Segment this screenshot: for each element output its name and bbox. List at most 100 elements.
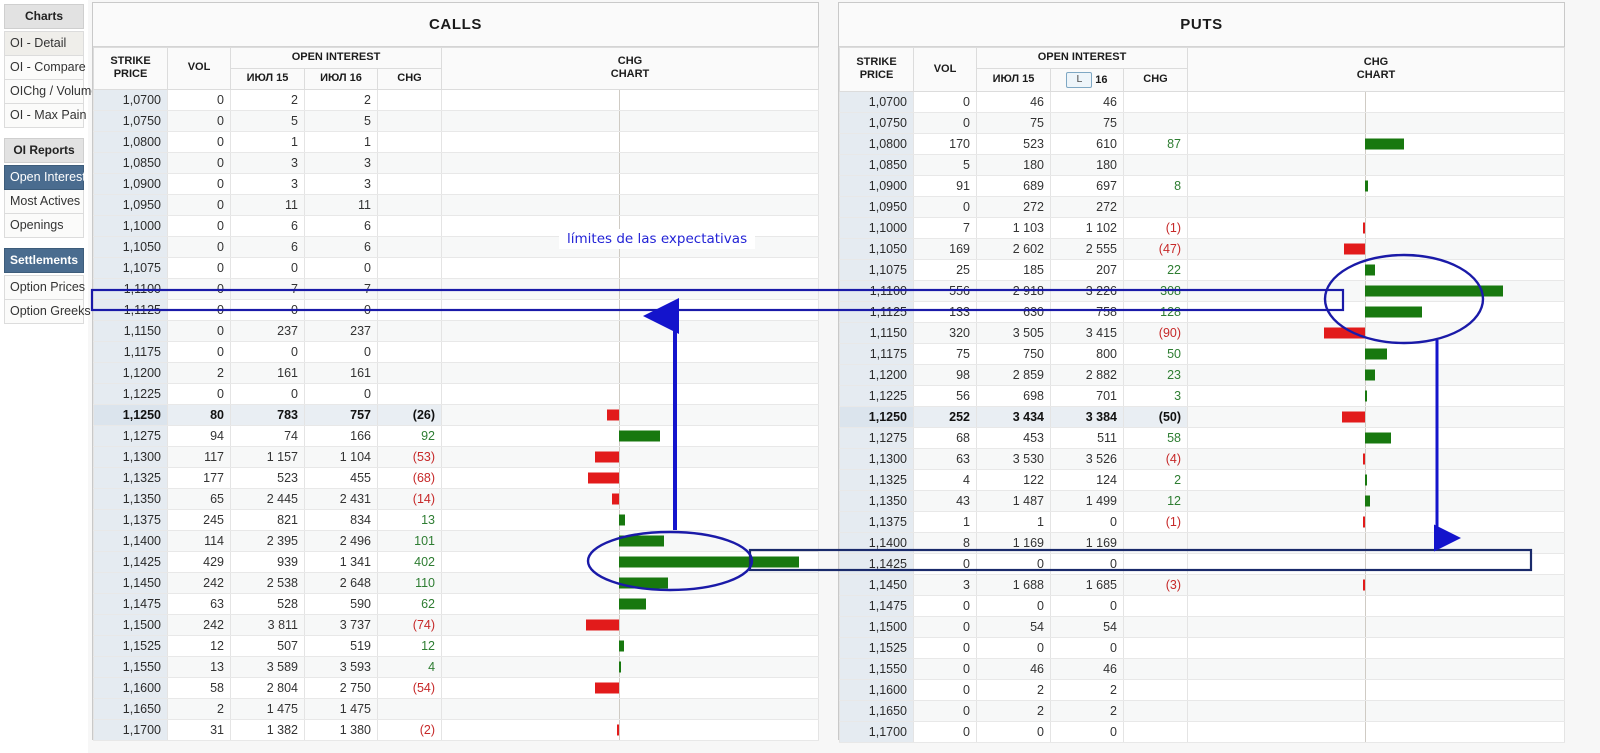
sidebar-item-oi-max-pain[interactable]: OI - Max Pain (4, 104, 84, 128)
table-row[interactable]: 1,095001111 (94, 194, 819, 215)
table-row[interactable]: 1,1225566987013 (840, 385, 1565, 406)
puts-header-strike-l2: PRICE (860, 69, 894, 81)
table-row[interactable]: 1,12502523 4343 384(50) (840, 406, 1565, 427)
calls-oi-jul15-cell: 2 395 (231, 530, 305, 551)
table-row[interactable]: 1,1600582 8042 750(54) (94, 677, 819, 698)
table-row[interactable]: 1,11005562 9183 226308 (840, 280, 1565, 301)
calls-header-oi-jul16[interactable]: ИЮЛ 16 (305, 68, 378, 89)
calls-chg-chart-cell (442, 509, 819, 530)
table-row[interactable]: 1,150005454 (840, 616, 1565, 637)
puts-header-oi-jul15[interactable]: ИЮЛ 15 (977, 68, 1051, 91)
puts-header-oi-chg[interactable]: CHG (1124, 68, 1188, 91)
sidebar-item-option-prices[interactable]: Option Prices (4, 275, 84, 300)
table-row[interactable]: 1,1475000 (840, 595, 1565, 616)
table-row[interactable]: 1,0700022 (94, 89, 819, 110)
calls-oi-jul15-cell: 507 (231, 635, 305, 656)
table-row[interactable]: 1,12002161161 (94, 362, 819, 383)
table-row[interactable]: 1,0900033 (94, 173, 819, 194)
sidebar-item-oichg-volume[interactable]: OIChg / Volume (4, 80, 84, 104)
table-row[interactable]: 1,14756352859062 (94, 593, 819, 614)
sidebar-item-most-actives[interactable]: Most Actives (4, 190, 84, 214)
table-row[interactable]: 1,1075000 (94, 257, 819, 278)
table-row[interactable]: 1,1350431 4871 49912 (840, 490, 1565, 511)
table-row[interactable]: 1,0900916896978 (840, 175, 1565, 196)
table-row[interactable]: 1,15002423 8113 737(74) (94, 614, 819, 635)
calls-strike-cell: 1,1250 (94, 404, 168, 425)
table-row[interactable]: 1,1200982 8592 88223 (840, 364, 1565, 385)
sidebar-item-option-greeks[interactable]: Option Greeks (4, 300, 84, 324)
table-row[interactable]: 1,10752518520722 (840, 259, 1565, 280)
table-row[interactable]: 1,11757575080050 (840, 343, 1565, 364)
table-row[interactable]: 1,1425000 (840, 553, 1565, 574)
chart-zero-line (619, 153, 620, 173)
sidebar-item-oi-detail[interactable]: OI - Detail (4, 31, 84, 56)
table-row[interactable]: 1,1100077 (94, 278, 819, 299)
calls-header-oi-chg[interactable]: CHG (378, 68, 442, 89)
table-row[interactable]: 1,1700000 (840, 721, 1565, 742)
sidebar-item-oi-compare[interactable]: OI - Compare (4, 56, 84, 80)
table-row[interactable]: 1,100071 1031 102(1) (840, 217, 1565, 238)
table-row[interactable]: 1,0850033 (94, 152, 819, 173)
table-row[interactable]: 1,14502422 5382 648110 (94, 572, 819, 593)
calls-oi-chg-cell (378, 194, 442, 215)
table-row[interactable]: 1,165021 4751 475 (94, 698, 819, 719)
table-row[interactable]: 1,1375110(1) (840, 511, 1565, 532)
puts-header-oi-jul16[interactable]: L16 (1051, 68, 1124, 91)
table-row[interactable]: 1,075007575 (840, 112, 1565, 133)
table-row[interactable]: 1,070004646 (840, 91, 1565, 112)
table-row[interactable]: 1,1225000 (94, 383, 819, 404)
table-row[interactable]: 1,1125000 (94, 299, 819, 320)
table-row[interactable]: 1,1175000 (94, 341, 819, 362)
table-row[interactable]: 1,13001171 1571 104(53) (94, 446, 819, 467)
calls-oi-jul15-cell: 1 475 (231, 698, 305, 719)
puts-vol-cell: 0 (914, 553, 977, 574)
calls-header-vol[interactable]: VOL (168, 48, 231, 90)
table-row[interactable]: 1,140081 1691 169 (840, 532, 1565, 553)
table-row[interactable]: 1,11503203 5053 415(90) (840, 322, 1565, 343)
table-row[interactable]: 1,0750055 (94, 110, 819, 131)
table-row[interactable]: 1,11500237237 (94, 320, 819, 341)
puts-oi-jul16-cell: 1 499 (1051, 490, 1124, 511)
table-row[interactable]: 1,080017052361087 (840, 133, 1565, 154)
table-row[interactable]: 1,12756845351158 (840, 427, 1565, 448)
puts-vol-cell: 56 (914, 385, 977, 406)
calls-oi-jul15-cell: 5 (231, 110, 305, 131)
table-row[interactable]: 1,155004646 (840, 658, 1565, 679)
calls-vol-cell: 0 (168, 131, 231, 152)
calls-table-head: STRIKE PRICE VOL OPEN INTEREST CHG CHART… (94, 48, 819, 90)
table-row[interactable]: 1,1125133630758128 (840, 301, 1565, 322)
chart-zero-line (1365, 512, 1366, 532)
table-row[interactable]: 1,145031 6881 685(3) (840, 574, 1565, 595)
table-row[interactable]: 1,125080783757(26) (94, 404, 819, 425)
table-row[interactable]: 1,1700311 3821 380(2) (94, 719, 819, 740)
table-row[interactable]: 1,10501692 6022 555(47) (840, 238, 1565, 259)
table-row[interactable]: 1,15251250751912 (94, 635, 819, 656)
chart-zero-line (1365, 638, 1366, 658)
puts-header-strike[interactable]: STRIKE PRICE (840, 48, 914, 92)
calls-oi-chg-cell: (53) (378, 446, 442, 467)
table-row[interactable]: 1,137524582183413 (94, 509, 819, 530)
table-row[interactable]: 1,1550133 5893 5934 (94, 656, 819, 677)
table-row[interactable]: 1,1600022 (840, 679, 1565, 700)
calls-header-strike[interactable]: STRIKE PRICE (94, 48, 168, 90)
puts-header-vol[interactable]: VOL (914, 48, 977, 92)
table-row[interactable]: 1,0800011 (94, 131, 819, 152)
table-row[interactable]: 1,08505180180 (840, 154, 1565, 175)
puts-chg-chart-cell (1188, 511, 1565, 532)
table-row[interactable]: 1,14001142 3952 496101 (94, 530, 819, 551)
table-row[interactable]: 1,1650022 (840, 700, 1565, 721)
calls-chg-chart-cell (442, 257, 819, 278)
table-row[interactable]: 1,14254299391 341402 (94, 551, 819, 572)
table-row[interactable]: 1,09500272272 (840, 196, 1565, 217)
table-row[interactable]: 1,1275947416692 (94, 425, 819, 446)
calls-header-oi-jul15[interactable]: ИЮЛ 15 (231, 68, 305, 89)
table-row[interactable]: 1,1300633 5303 526(4) (840, 448, 1565, 469)
table-row[interactable]: 1,132541221242 (840, 469, 1565, 490)
sidebar-item-openings[interactable]: Openings (4, 214, 84, 238)
sidebar-item-open-interest[interactable]: Open Interest (4, 165, 84, 190)
table-row[interactable]: 1,1350652 4452 431(14) (94, 488, 819, 509)
chart-bar-positive (1365, 138, 1404, 149)
table-row[interactable]: 1,1325177523455(68) (94, 467, 819, 488)
table-row[interactable]: 1,1525000 (840, 637, 1565, 658)
calls-oi-jul16-cell: 11 (305, 194, 378, 215)
